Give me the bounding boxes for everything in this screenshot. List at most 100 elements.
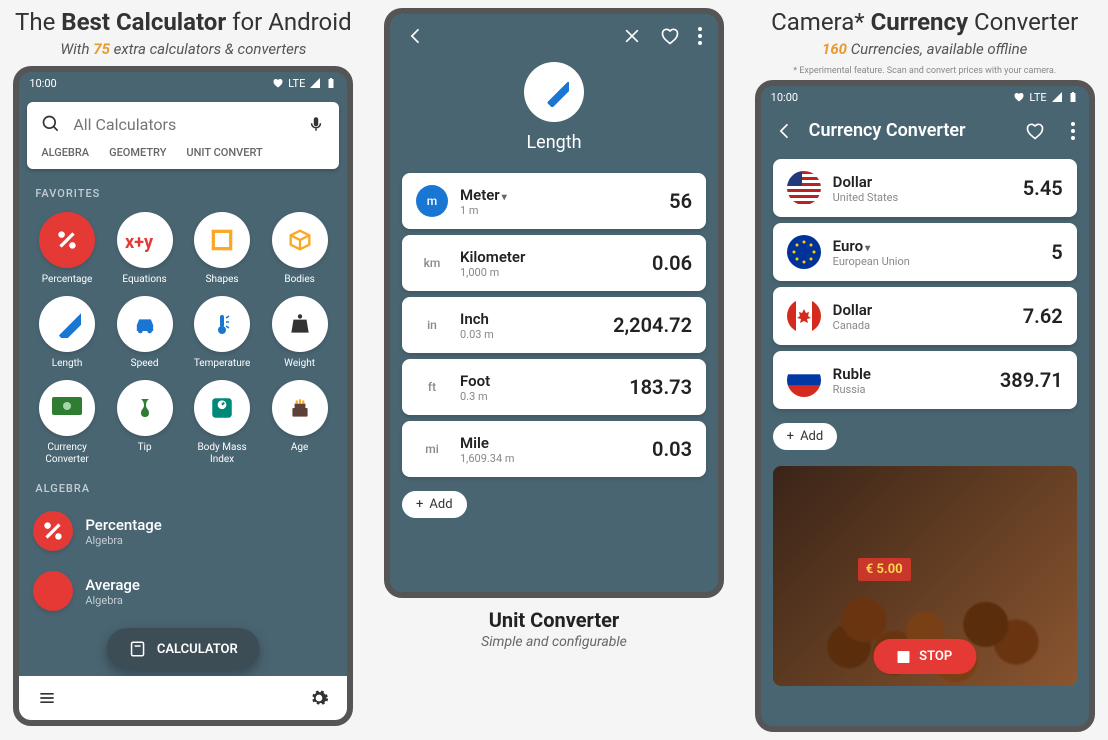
- grid-item-xy[interactable]: x+yEquations: [111, 212, 179, 286]
- scale-icon: [194, 380, 250, 436]
- square-icon: [194, 212, 250, 268]
- unit-hero-icon: [524, 62, 584, 122]
- stop-icon: [897, 651, 909, 663]
- cube-icon: [272, 212, 328, 268]
- flag-ca-icon: [787, 299, 821, 333]
- list-item[interactable]: AverageAlgebra: [19, 561, 347, 621]
- add-currency-button[interactable]: + Add: [773, 423, 838, 450]
- battery-icon: [325, 77, 337, 89]
- ruler-icon: [539, 77, 569, 107]
- heart-icon[interactable]: [660, 26, 680, 46]
- subline-3: 160 Currencies, available offline: [822, 40, 1027, 58]
- svg-text:x+y: x+y: [125, 232, 154, 252]
- percent-icon: [39, 212, 95, 268]
- currency-row[interactable]: DollarUnited States5.45: [773, 159, 1077, 217]
- status-bar-3: 10:00 LTE: [761, 86, 1089, 108]
- xy-icon: x+y: [117, 212, 173, 268]
- close-icon[interactable]: [622, 26, 642, 46]
- tab-algebra[interactable]: ALGEBRA: [41, 146, 89, 159]
- footer-title-2: Unit Converter: [489, 608, 620, 632]
- favorites-label: FAVORITES: [19, 177, 347, 206]
- ruler-icon: [39, 296, 95, 352]
- detected-price-tag: € 5.00: [858, 558, 911, 581]
- unit-badge: km: [416, 247, 448, 279]
- therm-icon: [194, 296, 250, 352]
- unit-badge: in: [416, 309, 448, 341]
- grid-item-ruler[interactable]: Length: [33, 296, 101, 370]
- grid-item-tip[interactable]: Tip: [111, 380, 179, 466]
- unit-row[interactable]: mMeter▾1 m56: [402, 173, 706, 229]
- grid-item-money[interactable]: Currency Converter: [33, 380, 101, 466]
- back-icon[interactable]: [406, 26, 426, 46]
- phone-unit: Length mMeter▾1 m56kmKilometer1,000 m0.0…: [384, 8, 724, 598]
- headline-3: Camera* Currency Converter: [771, 8, 1078, 36]
- search-input[interactable]: [73, 115, 295, 134]
- status-lte: LTE: [1029, 91, 1046, 104]
- status-time: 10:00: [29, 77, 56, 90]
- favorites-grid: Percentagex+yEquationsShapesBodies Length…: [19, 206, 347, 472]
- avg-icon: [33, 571, 73, 611]
- percent-icon: [33, 511, 73, 551]
- battery-icon: [1067, 91, 1079, 103]
- bottom-bar: [19, 676, 347, 720]
- phone-home: 10:00 LTE ALGEBRA GEOMETRY UNIT CONVERT …: [13, 66, 353, 726]
- list-item[interactable]: PercentageAlgebra: [19, 501, 347, 561]
- appbar-title: Currency Converter: [809, 120, 1011, 141]
- search-icon: [41, 114, 61, 134]
- microtext-3: * Experimental feature. Scan and convert…: [793, 66, 1056, 76]
- search-card: ALGEBRA GEOMETRY UNIT CONVERT: [27, 102, 339, 169]
- cake-icon: [272, 380, 328, 436]
- headline-1: The Best Calculator for Android: [15, 8, 352, 36]
- grid-item-cake[interactable]: Age: [266, 380, 334, 466]
- car-icon: [117, 296, 173, 352]
- currency-row[interactable]: Euro▾European Union5: [773, 223, 1077, 281]
- flag-eu-icon: [787, 235, 821, 269]
- currency-list: DollarUnited States5.45 Euro▾European Uni…: [761, 153, 1089, 415]
- heart-icon[interactable]: [1025, 121, 1045, 141]
- grid-item-therm[interactable]: Temperature: [188, 296, 256, 370]
- subline-1: With 75 extra calculators & converters: [60, 40, 306, 58]
- grid-item-square[interactable]: Shapes: [188, 212, 256, 286]
- status-bar: 10:00 LTE: [19, 72, 347, 94]
- panel-unit-converter: Length mMeter▾1 m56kmKilometer1,000 m0.0…: [379, 8, 730, 732]
- phone-currency: 10:00 LTE Currency Converter DollarUnite…: [755, 80, 1095, 732]
- unit-row[interactable]: kmKilometer1,000 m0.06: [402, 235, 706, 291]
- weight-icon: [272, 296, 328, 352]
- status-lte: LTE: [288, 77, 305, 90]
- currency-row[interactable]: RubleRussia389.71: [773, 351, 1077, 409]
- money-icon: [39, 380, 95, 436]
- unit-row[interactable]: miMile1,609.34 m0.03: [402, 421, 706, 477]
- algebra-label: ALGEBRA: [19, 472, 347, 501]
- search-tabs: ALGEBRA GEOMETRY UNIT CONVERT: [27, 146, 339, 169]
- tab-unit[interactable]: UNIT CONVERT: [186, 146, 262, 159]
- mic-icon[interactable]: [307, 115, 325, 133]
- plus-icon: +: [416, 497, 423, 512]
- calculator-fab[interactable]: CALCULATOR: [107, 628, 260, 670]
- camera-preview: € 5.00 STOP: [773, 466, 1077, 686]
- calculator-icon: [129, 640, 147, 658]
- panel-currency: Camera* Currency Converter 160 Currencie…: [749, 8, 1100, 732]
- add-unit-button[interactable]: + Add: [402, 491, 467, 518]
- currency-row[interactable]: DollarCanada7.62: [773, 287, 1077, 345]
- menu-icon[interactable]: [37, 688, 57, 708]
- unit-badge: ft: [416, 371, 448, 403]
- grid-item-car[interactable]: Speed: [111, 296, 179, 370]
- tab-geometry[interactable]: GEOMETRY: [109, 146, 166, 159]
- unit-row[interactable]: inInch0.03 m2,204.72: [402, 297, 706, 353]
- more-icon[interactable]: [698, 26, 702, 46]
- tip-icon: [117, 380, 173, 436]
- more-icon[interactable]: [1071, 121, 1075, 141]
- stop-button[interactable]: STOP: [873, 639, 976, 674]
- algebra-list: PercentageAlgebraAverageAlgebra: [19, 501, 347, 621]
- gear-icon[interactable]: [309, 688, 329, 708]
- unit-row[interactable]: ftFoot0.3 m183.73: [402, 359, 706, 415]
- heart-icon: [1013, 91, 1025, 103]
- grid-item-weight[interactable]: Weight: [266, 296, 334, 370]
- footer-sub-2: Simple and configurable: [481, 634, 627, 650]
- grid-item-percent[interactable]: Percentage: [33, 212, 101, 286]
- back-icon[interactable]: [775, 121, 795, 141]
- grid-item-scale[interactable]: Body Mass Index: [188, 380, 256, 466]
- signal-icon: [1051, 91, 1063, 103]
- plus-icon: +: [787, 429, 794, 444]
- grid-item-cube[interactable]: Bodies: [266, 212, 334, 286]
